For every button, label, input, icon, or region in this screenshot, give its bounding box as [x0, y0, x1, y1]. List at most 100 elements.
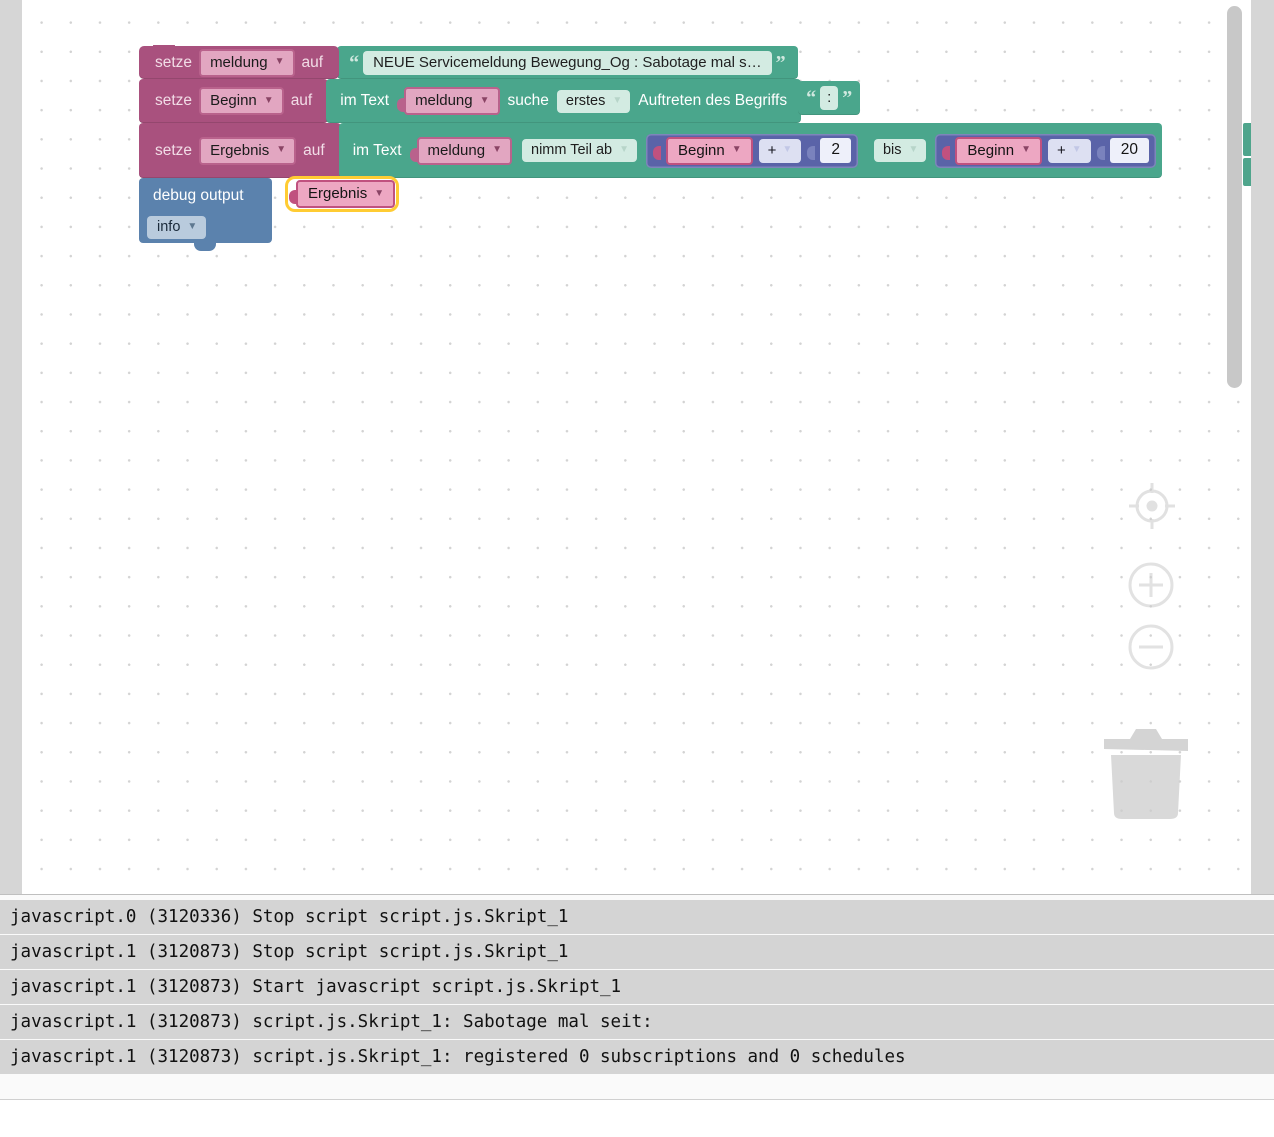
open-quote-icon-1: “	[349, 51, 360, 74]
variable-dropdown-meldung-3[interactable]: meldung ▼	[416, 136, 512, 165]
open-quote-icon-2: “	[806, 87, 817, 109]
variable-dropdown-meldung-2[interactable]: meldung ▼	[404, 87, 500, 115]
operator-dropdown-start[interactable]: + ▼	[758, 138, 802, 163]
variable-name-8: Ergebnis	[308, 185, 368, 202]
variable-dropdown-beginn-end[interactable]: Beginn ▼	[955, 136, 1043, 165]
operator-start: +	[767, 141, 777, 159]
vertical-scrollbar[interactable]	[1227, 6, 1242, 388]
operator-end: +	[1057, 141, 1066, 159]
chevron-down-icon: ▼	[187, 221, 198, 232]
setze-statement-1[interactable]: setze meldung ▼ auf	[139, 45, 340, 79]
occurrence-tail-label: Auftreten des Begriffs	[638, 92, 788, 109]
value-plug	[653, 142, 662, 160]
block-set-ergebnis[interactable]: setze Ergebnis ▼ auf im Text meldung ▼ n…	[139, 123, 1162, 178]
setze-keyword-3: setze	[155, 141, 193, 159]
in-text-label-2: im Text	[340, 92, 390, 109]
range-label: bis	[882, 142, 902, 158]
target-center-icon	[1129, 483, 1175, 529]
chevron-down-icon: ▼	[276, 144, 287, 155]
center-workspace-button[interactable]	[1126, 480, 1178, 532]
variable-name-7: Beginn	[967, 141, 1015, 159]
block-needle-literal[interactable]: “ : ”	[798, 81, 861, 115]
block-variable-getter-ergebnis[interactable]: Ergebnis ▼	[284, 176, 400, 212]
chevron-down-icon: ▼	[492, 144, 502, 155]
occurrence-value: erstes	[565, 92, 606, 109]
chevron-down-icon: ▼	[612, 94, 623, 106]
app-root: setze meldung ▼ auf “ NEUE Servicemeldun…	[0, 0, 1274, 1137]
log-line[interactable]: javascript.1 (3120873) script.js.Skript_…	[0, 1005, 1274, 1039]
variable-dropdown-beginn-start[interactable]: Beginn ▼	[666, 136, 753, 165]
block-text-literal[interactable]: “ NEUE Servicemeldung Bewegung_Og : Sabo…	[337, 46, 798, 79]
chevron-down-icon: ▼	[619, 144, 630, 155]
chevron-down-icon: ▼	[274, 56, 285, 67]
variable-dropdown-beginn[interactable]: Beginn ▼	[199, 87, 284, 115]
text-literal-field[interactable]: NEUE Servicemeldung Bewegung_Og : Sabota…	[363, 50, 772, 75]
setze-statement-3[interactable]: setze Ergebnis ▼ auf	[139, 123, 341, 178]
log-line[interactable]: javascript.1 (3120873) Start javascript …	[0, 970, 1274, 1004]
chevron-down-icon: ▼	[782, 144, 793, 155]
needle-field[interactable]: :	[820, 86, 839, 110]
setze-suffix-3: auf	[303, 141, 325, 159]
search-label: suche	[507, 92, 549, 109]
zoom-in-icon	[1128, 562, 1174, 608]
substring-operation-dropdown[interactable]: nimm Teil ab ▼	[522, 139, 638, 162]
zoom-out-button[interactable]	[1126, 622, 1176, 672]
variable-dropdown-ergebnis-getter[interactable]: Ergebnis ▼	[296, 180, 396, 208]
value-plug	[1096, 142, 1105, 160]
block-math-start[interactable]: Beginn ▼ + ▼ 2	[646, 133, 858, 168]
range-dropdown[interactable]: bis ▼	[873, 139, 927, 162]
block-set-beginn[interactable]: setze Beginn ▼ auf im Text meldung ▼ suc…	[139, 79, 861, 123]
variable-dropdown-meldung[interactable]: meldung ▼	[199, 48, 295, 77]
substring-operation-value: nimm Teil ab	[531, 142, 613, 158]
debug-output-label: debug output	[153, 187, 244, 204]
blockly-workspace[interactable]: setze meldung ▼ auf “ NEUE Servicemeldun…	[22, 0, 1274, 894]
log-level-value: info	[157, 219, 181, 235]
chevron-down-icon: ▼	[908, 144, 919, 155]
chevron-down-icon: ▼	[1021, 144, 1032, 155]
block-debug-output[interactable]: debug output info ▼ Ergebnis ▼	[139, 176, 400, 251]
value-plug	[942, 142, 951, 160]
zoom-in-button[interactable]	[1126, 560, 1176, 610]
trash-can-button[interactable]	[1100, 715, 1192, 825]
chevron-down-icon: ▼	[731, 144, 742, 155]
setze-statement-2[interactable]: setze Beginn ▼ auf	[139, 79, 329, 123]
setze-keyword-1: setze	[155, 53, 193, 71]
log-panel[interactable]: javascript.0 (3120336) Stop script scrip…	[0, 894, 1274, 1137]
variable-dropdown-ergebnis[interactable]: Ergebnis ▼	[199, 136, 297, 165]
log-line[interactable]: javascript.1 (3120873) Stop script scrip…	[0, 935, 1274, 969]
trash-icon	[1104, 729, 1188, 819]
chevron-down-icon: ▼	[263, 94, 274, 106]
number-field-start[interactable]: 2	[820, 138, 851, 163]
setze-suffix-2: auf	[290, 92, 313, 109]
value-plug	[397, 92, 406, 112]
left-gutter	[0, 0, 22, 894]
value-plug	[409, 142, 418, 162]
operator-dropdown-end[interactable]: + ▼	[1048, 138, 1091, 163]
close-quote-icon-2: ”	[842, 87, 853, 109]
log-line[interactable]: javascript.1 (3120873) script.js.Skript_…	[0, 1040, 1274, 1074]
number-field-end[interactable]: 20	[1109, 138, 1149, 163]
variable-name-3: meldung	[415, 92, 473, 109]
chevron-down-icon: ▼	[374, 187, 385, 199]
block-bottom-notch	[194, 243, 216, 251]
variable-name-2: Beginn	[210, 92, 257, 109]
block-text-indexof[interactable]: im Text meldung ▼ suche erstes ▼ Auftret…	[326, 79, 802, 123]
variable-name-4: Ergebnis	[210, 141, 270, 159]
block-math-end[interactable]: Beginn ▼ + ▼ 20	[935, 133, 1156, 168]
occurrence-dropdown[interactable]: erstes ▼	[556, 89, 631, 113]
zoom-out-icon	[1128, 624, 1174, 670]
value-plug	[807, 142, 816, 160]
setze-suffix-1: auf	[301, 53, 324, 71]
debug-output-body[interactable]: debug output info ▼	[139, 178, 272, 251]
right-gutter	[1251, 0, 1274, 894]
value-plug	[289, 185, 297, 204]
close-quote-icon-1: ”	[775, 51, 786, 74]
chevron-down-icon: ▼	[479, 94, 490, 106]
log-level-dropdown[interactable]: info ▼	[147, 216, 207, 239]
block-set-meldung[interactable]: setze meldung ▼ auf “ NEUE Servicemeldun…	[139, 45, 798, 79]
variable-name-5: meldung	[427, 141, 486, 159]
log-line[interactable]: javascript.0 (3120336) Stop script scrip…	[0, 900, 1274, 934]
log-panel-footer	[0, 1099, 1274, 1137]
block-text-substring[interactable]: im Text meldung ▼ nimm Teil ab ▼ Beginn …	[338, 123, 1162, 178]
setze-keyword-2: setze	[155, 92, 193, 109]
